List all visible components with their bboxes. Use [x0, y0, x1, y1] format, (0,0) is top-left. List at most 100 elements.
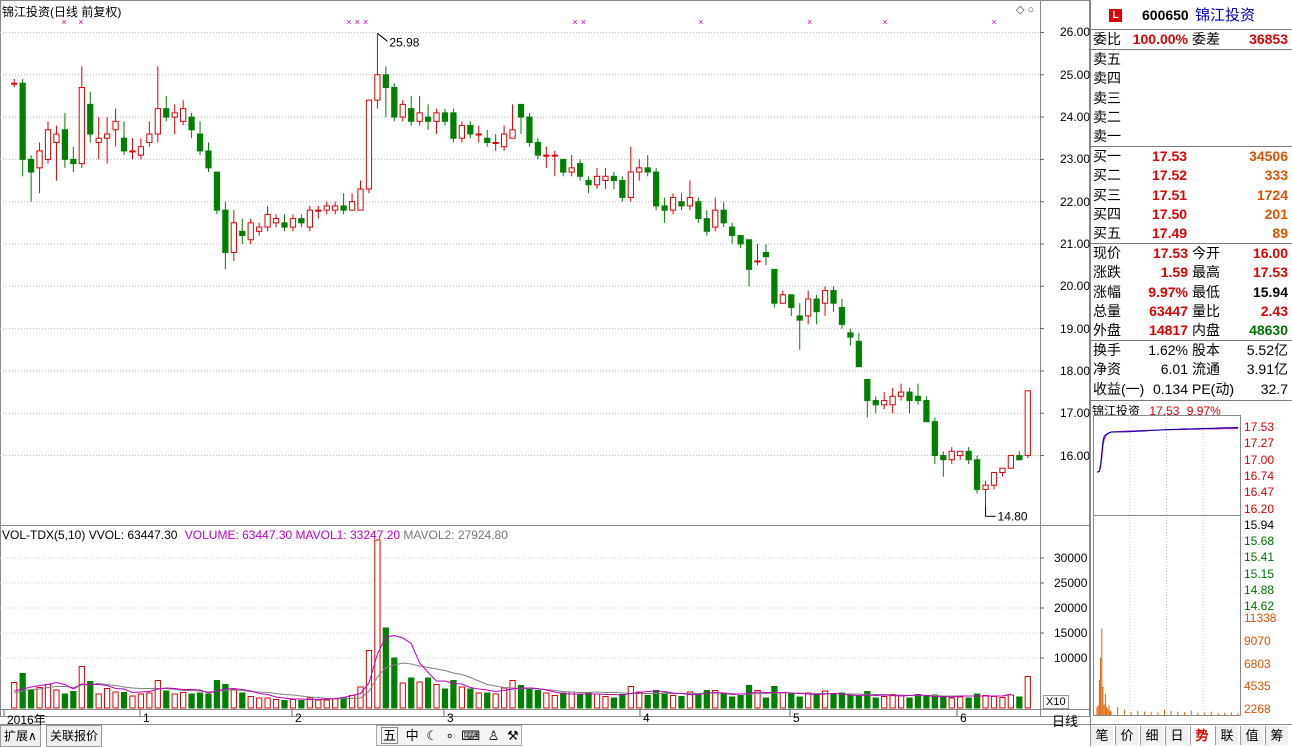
candle-body	[323, 205, 330, 211]
dot-icon[interactable]: ∘	[446, 728, 454, 743]
candle-body	[129, 150, 136, 153]
event-marker-icon: ×	[355, 17, 360, 27]
candle	[289, 214, 297, 232]
candle	[940, 451, 947, 477]
candle-body	[281, 222, 288, 228]
candle-body	[391, 86, 398, 118]
candle	[323, 201, 330, 215]
volume-bar	[669, 695, 677, 709]
sell-label: 卖三	[1093, 89, 1121, 106]
volume-bar	[433, 684, 440, 709]
sell-row: 卖二	[1090, 108, 1290, 127]
mini-price-tick: 16.74	[1244, 468, 1275, 483]
candle-body	[408, 108, 415, 122]
volume-bar	[416, 681, 423, 709]
volume-bar	[399, 682, 406, 709]
quote-label-2: 量比	[1192, 302, 1220, 319]
mini-price-tick: 15.15	[1244, 566, 1275, 581]
candle	[129, 138, 136, 160]
candle	[112, 108, 119, 147]
price-tick-label: 22.00	[1060, 194, 1091, 209]
candle-body	[627, 171, 634, 198]
candle	[788, 294, 795, 316]
panel-tab-2[interactable]: 细	[1140, 726, 1163, 745]
buy-label: 买五	[1093, 225, 1121, 242]
volume-bar	[729, 696, 736, 709]
panel-tab-3[interactable]: 日	[1165, 726, 1188, 745]
keyboard-icon[interactable]: ⌨	[461, 728, 480, 743]
candle	[805, 290, 812, 325]
buy-row[interactable]: 买二 17.52 333	[1090, 166, 1290, 185]
candle	[120, 121, 128, 156]
volume-bar	[222, 684, 229, 709]
user-icon[interactable]: ♙	[488, 728, 500, 743]
candle	[44, 121, 52, 164]
volume-bar	[602, 696, 609, 709]
buy-volume: 333	[1264, 167, 1288, 184]
candle-body	[11, 82, 18, 85]
volume-bar	[897, 695, 905, 709]
candle	[762, 244, 770, 266]
candle	[281, 214, 288, 232]
toolbar-five[interactable]: 五	[381, 727, 399, 744]
quote-value-2: 15.94	[1252, 283, 1288, 300]
stock-header: L 600650 锦江投资	[1090, 6, 1290, 25]
related-quote-tab[interactable]: 关联报价	[46, 725, 103, 747]
candle	[838, 299, 846, 329]
candle-body	[27, 158, 35, 173]
panel-tab-7[interactable]: 筹	[1265, 726, 1288, 745]
fin-value-2: 5.52亿	[1246, 342, 1288, 358]
volume-bar	[636, 691, 643, 709]
candle	[264, 205, 271, 232]
volume-bar	[180, 692, 187, 709]
buy-label: 买三	[1093, 186, 1121, 203]
volume-bar	[450, 680, 457, 709]
candle	[19, 79, 26, 177]
event-marker-icon: ×	[581, 17, 586, 27]
input-toolbar[interactable]: 五 中 ☾ ∘ ⌨ ♙ ⚒	[376, 725, 522, 746]
candle-body	[382, 74, 389, 88]
main-chart-area[interactable]: 25.9814.80× × × × × × × × × × ×	[0, 0, 1090, 746]
candle	[441, 108, 449, 126]
volume-bar	[509, 680, 516, 709]
panel-tab-5[interactable]: 联	[1215, 726, 1238, 745]
volume-header: VOL-TDX(5,10) VVOL: 63447.30 VOLUME: 634…	[2, 528, 508, 542]
candle-body	[737, 235, 744, 245]
candle-body	[847, 332, 854, 338]
candle-body	[196, 133, 204, 152]
buy-row[interactable]: 买四 17.50 201	[1090, 205, 1290, 224]
buy-row[interactable]: 买五 17.49 89	[1090, 224, 1290, 243]
fin-value-2: 32.7	[1260, 380, 1288, 397]
candle-body	[19, 82, 26, 160]
fin-value: 1.62%	[1148, 342, 1188, 358]
volume-bar	[796, 696, 803, 709]
panel-tab-6[interactable]: 值	[1240, 726, 1263, 745]
panel-tab-4[interactable]: 势	[1190, 726, 1213, 745]
quote-panel: L 600650 锦江投资 委比 100.00% 委差 36853 卖五 卖四 卖三…	[1090, 0, 1292, 746]
buy-row[interactable]: 买三 17.51 1724	[1090, 186, 1290, 205]
buy-row[interactable]: 买一 17.53 34506	[1090, 147, 1290, 166]
toolbar-zhong[interactable]: 中	[406, 728, 419, 743]
event-marker-icon: ×	[346, 17, 351, 27]
candle-body	[61, 129, 69, 160]
window-controls[interactable]: ◇ ○	[1016, 3, 1034, 16]
quote-label: 涨幅	[1093, 283, 1121, 300]
x10-button[interactable]: X10	[1043, 695, 1069, 709]
expand-tab[interactable]: 扩展∧	[0, 725, 41, 747]
candle-body	[796, 315, 803, 321]
panel-tab-0[interactable]: 笔	[1090, 726, 1113, 745]
candle	[796, 303, 803, 350]
candle	[365, 99, 373, 194]
panel-tab-1[interactable]: 价	[1115, 726, 1138, 745]
wrench-icon[interactable]: ⚒	[507, 728, 519, 743]
price-tick-label: 16.00	[1060, 448, 1091, 463]
candle	[1016, 451, 1023, 461]
candle	[230, 210, 237, 261]
candle-body	[779, 294, 786, 304]
period-label[interactable]: 日线	[1052, 711, 1078, 730]
volume-bar	[855, 695, 862, 709]
mini-volume-tick: 11338	[1244, 611, 1277, 625]
buy-price: 17.51	[1152, 186, 1188, 203]
candle	[450, 108, 457, 143]
moon-icon[interactable]: ☾	[426, 728, 438, 743]
